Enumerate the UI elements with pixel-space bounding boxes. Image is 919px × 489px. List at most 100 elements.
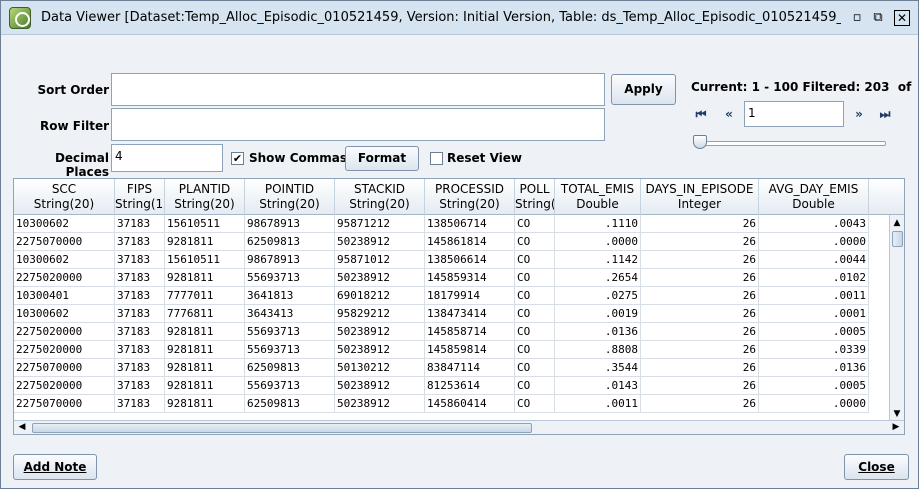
table-cell[interactable]: 2275070000 xyxy=(14,233,115,251)
table-cell[interactable]: 55693713 xyxy=(245,269,335,287)
table-cell[interactable]: .0005 xyxy=(759,377,869,395)
table-cell[interactable]: 15610511 xyxy=(165,251,245,269)
table-cell[interactable]: .0011 xyxy=(759,287,869,305)
column-header[interactable]: FIPSString(12 xyxy=(115,179,165,215)
table-cell[interactable]: 50238912 xyxy=(335,269,425,287)
vertical-scrollbar[interactable]: ▲ ▼ xyxy=(889,215,904,422)
table-cell[interactable]: 2275070000 xyxy=(14,359,115,377)
table-cell[interactable]: 138506714 xyxy=(425,215,515,233)
table-cell[interactable]: 2275020000 xyxy=(14,377,115,395)
table-cell[interactable]: .0000 xyxy=(759,395,869,413)
table-cell[interactable]: 37183 xyxy=(115,377,165,395)
table-cell[interactable]: CO xyxy=(515,323,555,341)
table-cell[interactable]: 81253614 xyxy=(425,377,515,395)
table-cell[interactable]: CO xyxy=(515,287,555,305)
table-cell[interactable]: 2275070000 xyxy=(14,395,115,413)
first-page-icon[interactable]: ⏮ xyxy=(688,103,714,125)
column-header[interactable]: PLANTID String(20) xyxy=(165,179,245,215)
table-cell[interactable]: .0005 xyxy=(759,323,869,341)
table-cell[interactable]: 37183 xyxy=(115,341,165,359)
table-cell[interactable]: 9281811 xyxy=(165,269,245,287)
table-cell[interactable]: 9281811 xyxy=(165,323,245,341)
table-cell[interactable]: CO xyxy=(515,305,555,323)
table-cell[interactable]: 145859314 xyxy=(425,269,515,287)
table-cell[interactable]: 26 xyxy=(641,395,759,413)
table-row[interactable]: 2275020000 37183 9281811 55693713 50238912 14… xyxy=(14,269,869,287)
table-cell[interactable]: 7776811 xyxy=(165,305,245,323)
column-header[interactable]: DAYS_IN_EPISODE Integer xyxy=(641,179,759,215)
table-cell[interactable]: 26 xyxy=(641,215,759,233)
table-cell[interactable]: 55693713 xyxy=(245,323,335,341)
table-cell[interactable]: 26 xyxy=(641,269,759,287)
table-row[interactable]: 2275070000 37183 9281811 62509813 50130212 83… xyxy=(14,359,869,377)
minimize-icon[interactable]: ▫ xyxy=(849,10,865,26)
table-cell[interactable]: .0000 xyxy=(555,233,641,251)
vertical-scroll-thumb[interactable] xyxy=(892,231,903,247)
table-row[interactable]: 10300602 37183 15610511 98678913 95871012 138… xyxy=(14,251,869,269)
show-commas-checkbox[interactable]: ✔ xyxy=(231,152,244,165)
table-cell[interactable]: 145860414 xyxy=(425,395,515,413)
column-header[interactable]: AVG_DAY_EMIS Double xyxy=(759,179,869,215)
table-cell[interactable]: 50238912 xyxy=(335,323,425,341)
column-header[interactable]: PROCESSID String(20) xyxy=(425,179,515,215)
table-cell[interactable]: 145859814 xyxy=(425,341,515,359)
table-cell[interactable]: 145861814 xyxy=(425,233,515,251)
table-cell[interactable]: CO xyxy=(515,233,555,251)
table-cell[interactable]: 37183 xyxy=(115,359,165,377)
table-cell[interactable]: 3641813 xyxy=(245,287,335,305)
table-cell[interactable]: 26 xyxy=(641,287,759,305)
table-cell[interactable]: 9281811 xyxy=(165,377,245,395)
table-cell[interactable]: CO xyxy=(515,395,555,413)
table-cell[interactable]: .0001 xyxy=(759,305,869,323)
restore-icon[interactable]: ⧉ xyxy=(870,10,886,26)
table-cell[interactable]: 83847114 xyxy=(425,359,515,377)
table-cell[interactable]: CO xyxy=(515,377,555,395)
apply-button[interactable]: Apply xyxy=(611,74,676,105)
next-page-icon[interactable]: » xyxy=(846,103,872,125)
table-row[interactable]: 10300602 37183 7776811 3643413 95829212 13847… xyxy=(14,305,869,323)
table-cell[interactable]: .1110 xyxy=(555,215,641,233)
prev-page-icon[interactable]: « xyxy=(716,103,742,125)
table-cell[interactable]: 10300401 xyxy=(14,287,115,305)
table-cell[interactable]: .0143 xyxy=(555,377,641,395)
column-header[interactable]: SCC String(20) xyxy=(14,179,115,215)
table-cell[interactable]: 26 xyxy=(641,377,759,395)
format-button[interactable]: Format xyxy=(345,146,419,171)
table-cell[interactable]: .0339 xyxy=(759,341,869,359)
table-cell[interactable]: .0011 xyxy=(555,395,641,413)
close-button[interactable]: Close xyxy=(844,454,909,480)
table-cell[interactable]: 62509813 xyxy=(245,359,335,377)
column-header[interactable]: TOTAL_EMIS Double xyxy=(555,179,641,215)
table-cell[interactable]: 18179914 xyxy=(425,287,515,305)
table-cell[interactable]: CO xyxy=(515,359,555,377)
table-cell[interactable]: .0043 xyxy=(759,215,869,233)
table-cell[interactable]: 10300602 xyxy=(14,305,115,323)
column-header[interactable]: STACKID String(20) xyxy=(335,179,425,215)
scroll-right-icon[interactable]: ▶ xyxy=(890,421,902,433)
row-filter-input[interactable] xyxy=(111,108,605,141)
table-cell[interactable]: .8808 xyxy=(555,341,641,359)
table-cell[interactable]: 138473414 xyxy=(425,305,515,323)
table-cell[interactable]: .0102 xyxy=(759,269,869,287)
scroll-up-icon[interactable]: ▲ xyxy=(891,217,903,229)
table-row[interactable]: 10300401 37183 7777011 3641813 69018212 18179… xyxy=(14,287,869,305)
table-cell[interactable]: 69018212 xyxy=(335,287,425,305)
column-header[interactable]: POLL String( xyxy=(515,179,555,215)
table-cell[interactable]: 95871212 xyxy=(335,215,425,233)
table-cell[interactable]: 9281811 xyxy=(165,359,245,377)
table-cell[interactable]: 50238912 xyxy=(335,377,425,395)
last-page-icon[interactable]: ⏭ xyxy=(872,103,898,125)
table-cell[interactable]: .0136 xyxy=(555,323,641,341)
add-note-button[interactable]: Add Note xyxy=(13,454,97,480)
page-number-input[interactable]: 1 xyxy=(744,101,844,127)
page-slider-thumb[interactable] xyxy=(693,135,707,149)
table-cell[interactable]: 3643413 xyxy=(245,305,335,323)
table-cell[interactable]: 37183 xyxy=(115,323,165,341)
table-cell[interactable]: 2275020000 xyxy=(14,323,115,341)
table-cell[interactable]: 55693713 xyxy=(245,377,335,395)
table-cell[interactable]: 98678913 xyxy=(245,251,335,269)
table-cell[interactable]: 37183 xyxy=(115,233,165,251)
table-cell[interactable]: 37183 xyxy=(115,215,165,233)
horizontal-scrollbar[interactable]: ◀ ▶ xyxy=(14,420,904,434)
table-cell[interactable]: .0275 xyxy=(555,287,641,305)
